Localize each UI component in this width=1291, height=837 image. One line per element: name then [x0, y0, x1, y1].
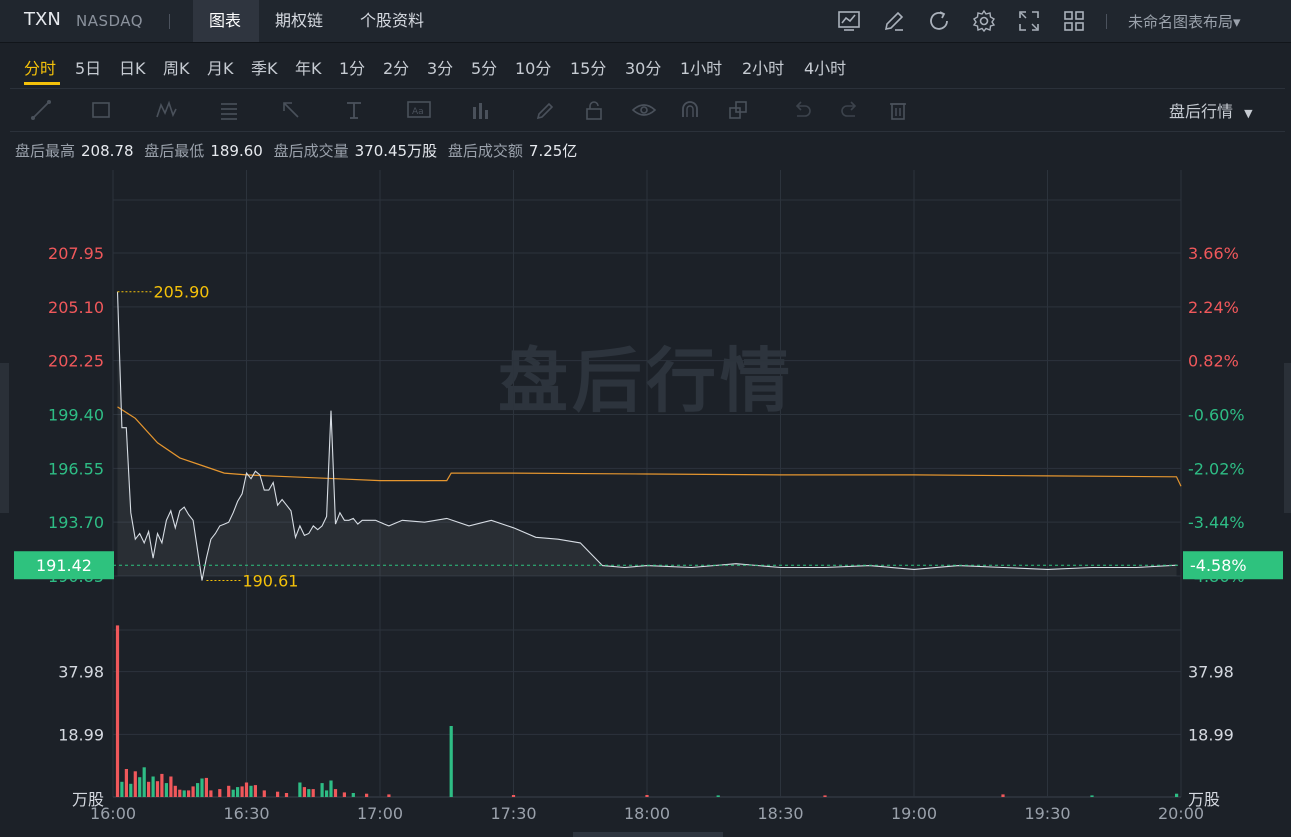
- volume-bar: [218, 789, 222, 797]
- volume-bar: [1175, 793, 1179, 797]
- y-tick-label-right: -2.02%: [1188, 459, 1245, 478]
- volume-bar: [342, 792, 346, 797]
- volume-bar: [182, 790, 186, 797]
- volume-unit-label-right: 万股: [1188, 790, 1220, 809]
- scrollbar-thumb[interactable]: [573, 832, 723, 837]
- volume-bar: [178, 789, 182, 797]
- volume-bar: [138, 777, 142, 797]
- current-change-label: -4.58%: [1190, 556, 1247, 575]
- volume-bar: [196, 783, 200, 797]
- volume-bar: [311, 789, 315, 797]
- volume-bar: [320, 783, 324, 797]
- volume-bar: [325, 790, 329, 797]
- volume-bar: [209, 790, 213, 797]
- y-tick-label-right: -3.44%: [1188, 513, 1245, 532]
- volume-bar: [262, 790, 266, 797]
- volume-bar: [147, 781, 151, 797]
- volume-bar: [298, 782, 302, 797]
- volume-bar: [151, 776, 155, 797]
- volume-bar: [231, 789, 235, 797]
- price-chart[interactable]: 16:00 16:30 17:00 17:30 18:00 18:30 19:00 19:30…: [0, 0, 1291, 837]
- volume-bar: [227, 785, 231, 797]
- volume-bar: [240, 786, 244, 797]
- x-tick-label: 17:30: [490, 804, 536, 823]
- volume-bar: [302, 787, 306, 797]
- x-tick-label: 19:00: [891, 804, 937, 823]
- volume-bar: [155, 781, 160, 797]
- volume-tick-label: 18.99: [58, 725, 104, 744]
- volume-bar: [169, 776, 173, 797]
- y-tick-label: 196.55: [48, 459, 104, 478]
- volume-bar: [365, 793, 369, 797]
- volume-bar: [236, 787, 240, 797]
- annotation-label: 205.90: [153, 283, 209, 302]
- y-tick-label: 193.70: [48, 513, 104, 532]
- volume-bar: [823, 795, 827, 797]
- volume-bar: [284, 793, 289, 797]
- volume-tick-label-right: 18.99: [1188, 725, 1234, 744]
- volume-bar: [120, 781, 124, 797]
- annotation-label: 190.61: [242, 572, 298, 591]
- volume-bar: [276, 791, 280, 797]
- volume-bar: [187, 790, 191, 797]
- volume-bar: [329, 780, 333, 797]
- volume-bar: [1090, 795, 1094, 797]
- y-tick-label: 199.40: [48, 406, 104, 425]
- volume-bar: [511, 795, 516, 797]
- left-panel-handle[interactable]: [0, 363, 9, 513]
- x-tick-label: 17:00: [357, 804, 403, 823]
- volume-bar: [1001, 794, 1005, 797]
- volume-bar: [191, 786, 195, 797]
- volume-bar: [204, 777, 208, 797]
- y-tick-label: 207.95: [48, 244, 104, 263]
- volume-bar: [244, 782, 249, 797]
- y-tick-label-right: -0.60%: [1188, 406, 1245, 425]
- volume-bar: [173, 785, 177, 797]
- x-tick-label: 18:30: [757, 804, 803, 823]
- volume-bar: [133, 771, 137, 797]
- y-tick-label: 205.10: [48, 298, 104, 317]
- volume-bar: [387, 794, 391, 797]
- volume-bar: [142, 767, 146, 797]
- volume-bar: [249, 785, 253, 797]
- volume-bar: [716, 795, 720, 797]
- volume-bar: [253, 785, 257, 797]
- current-price-label: 191.42: [36, 556, 92, 575]
- volume-bar: [115, 625, 120, 797]
- right-panel-handle[interactable]: [1284, 363, 1291, 513]
- volume-bar: [124, 769, 128, 797]
- volume-bar: [307, 789, 311, 797]
- y-tick-label-right: 2.24%: [1188, 298, 1239, 317]
- y-tick-label-right: 3.66%: [1188, 244, 1239, 263]
- x-tick-label: 16:30: [223, 804, 269, 823]
- volume-bar: [351, 793, 355, 797]
- y-tick-label: 202.25: [48, 352, 104, 371]
- volume-bar: [200, 778, 204, 797]
- y-tick-label-right: 0.82%: [1188, 352, 1239, 371]
- volume-bar: [129, 783, 133, 797]
- volume-bar: [160, 773, 164, 797]
- volume-bar: [645, 795, 649, 797]
- x-tick-label: 18:00: [624, 804, 670, 823]
- average-price-line: [117, 406, 1182, 487]
- volume-bar: [164, 783, 168, 797]
- volume-tick-label: 37.98: [58, 663, 104, 682]
- volume-bar: [333, 789, 338, 797]
- volume-tick-label-right: 37.98: [1188, 663, 1234, 682]
- volume-unit-label: 万股: [72, 790, 104, 809]
- x-tick-label: 19:30: [1024, 804, 1070, 823]
- volume-bar: [449, 726, 453, 797]
